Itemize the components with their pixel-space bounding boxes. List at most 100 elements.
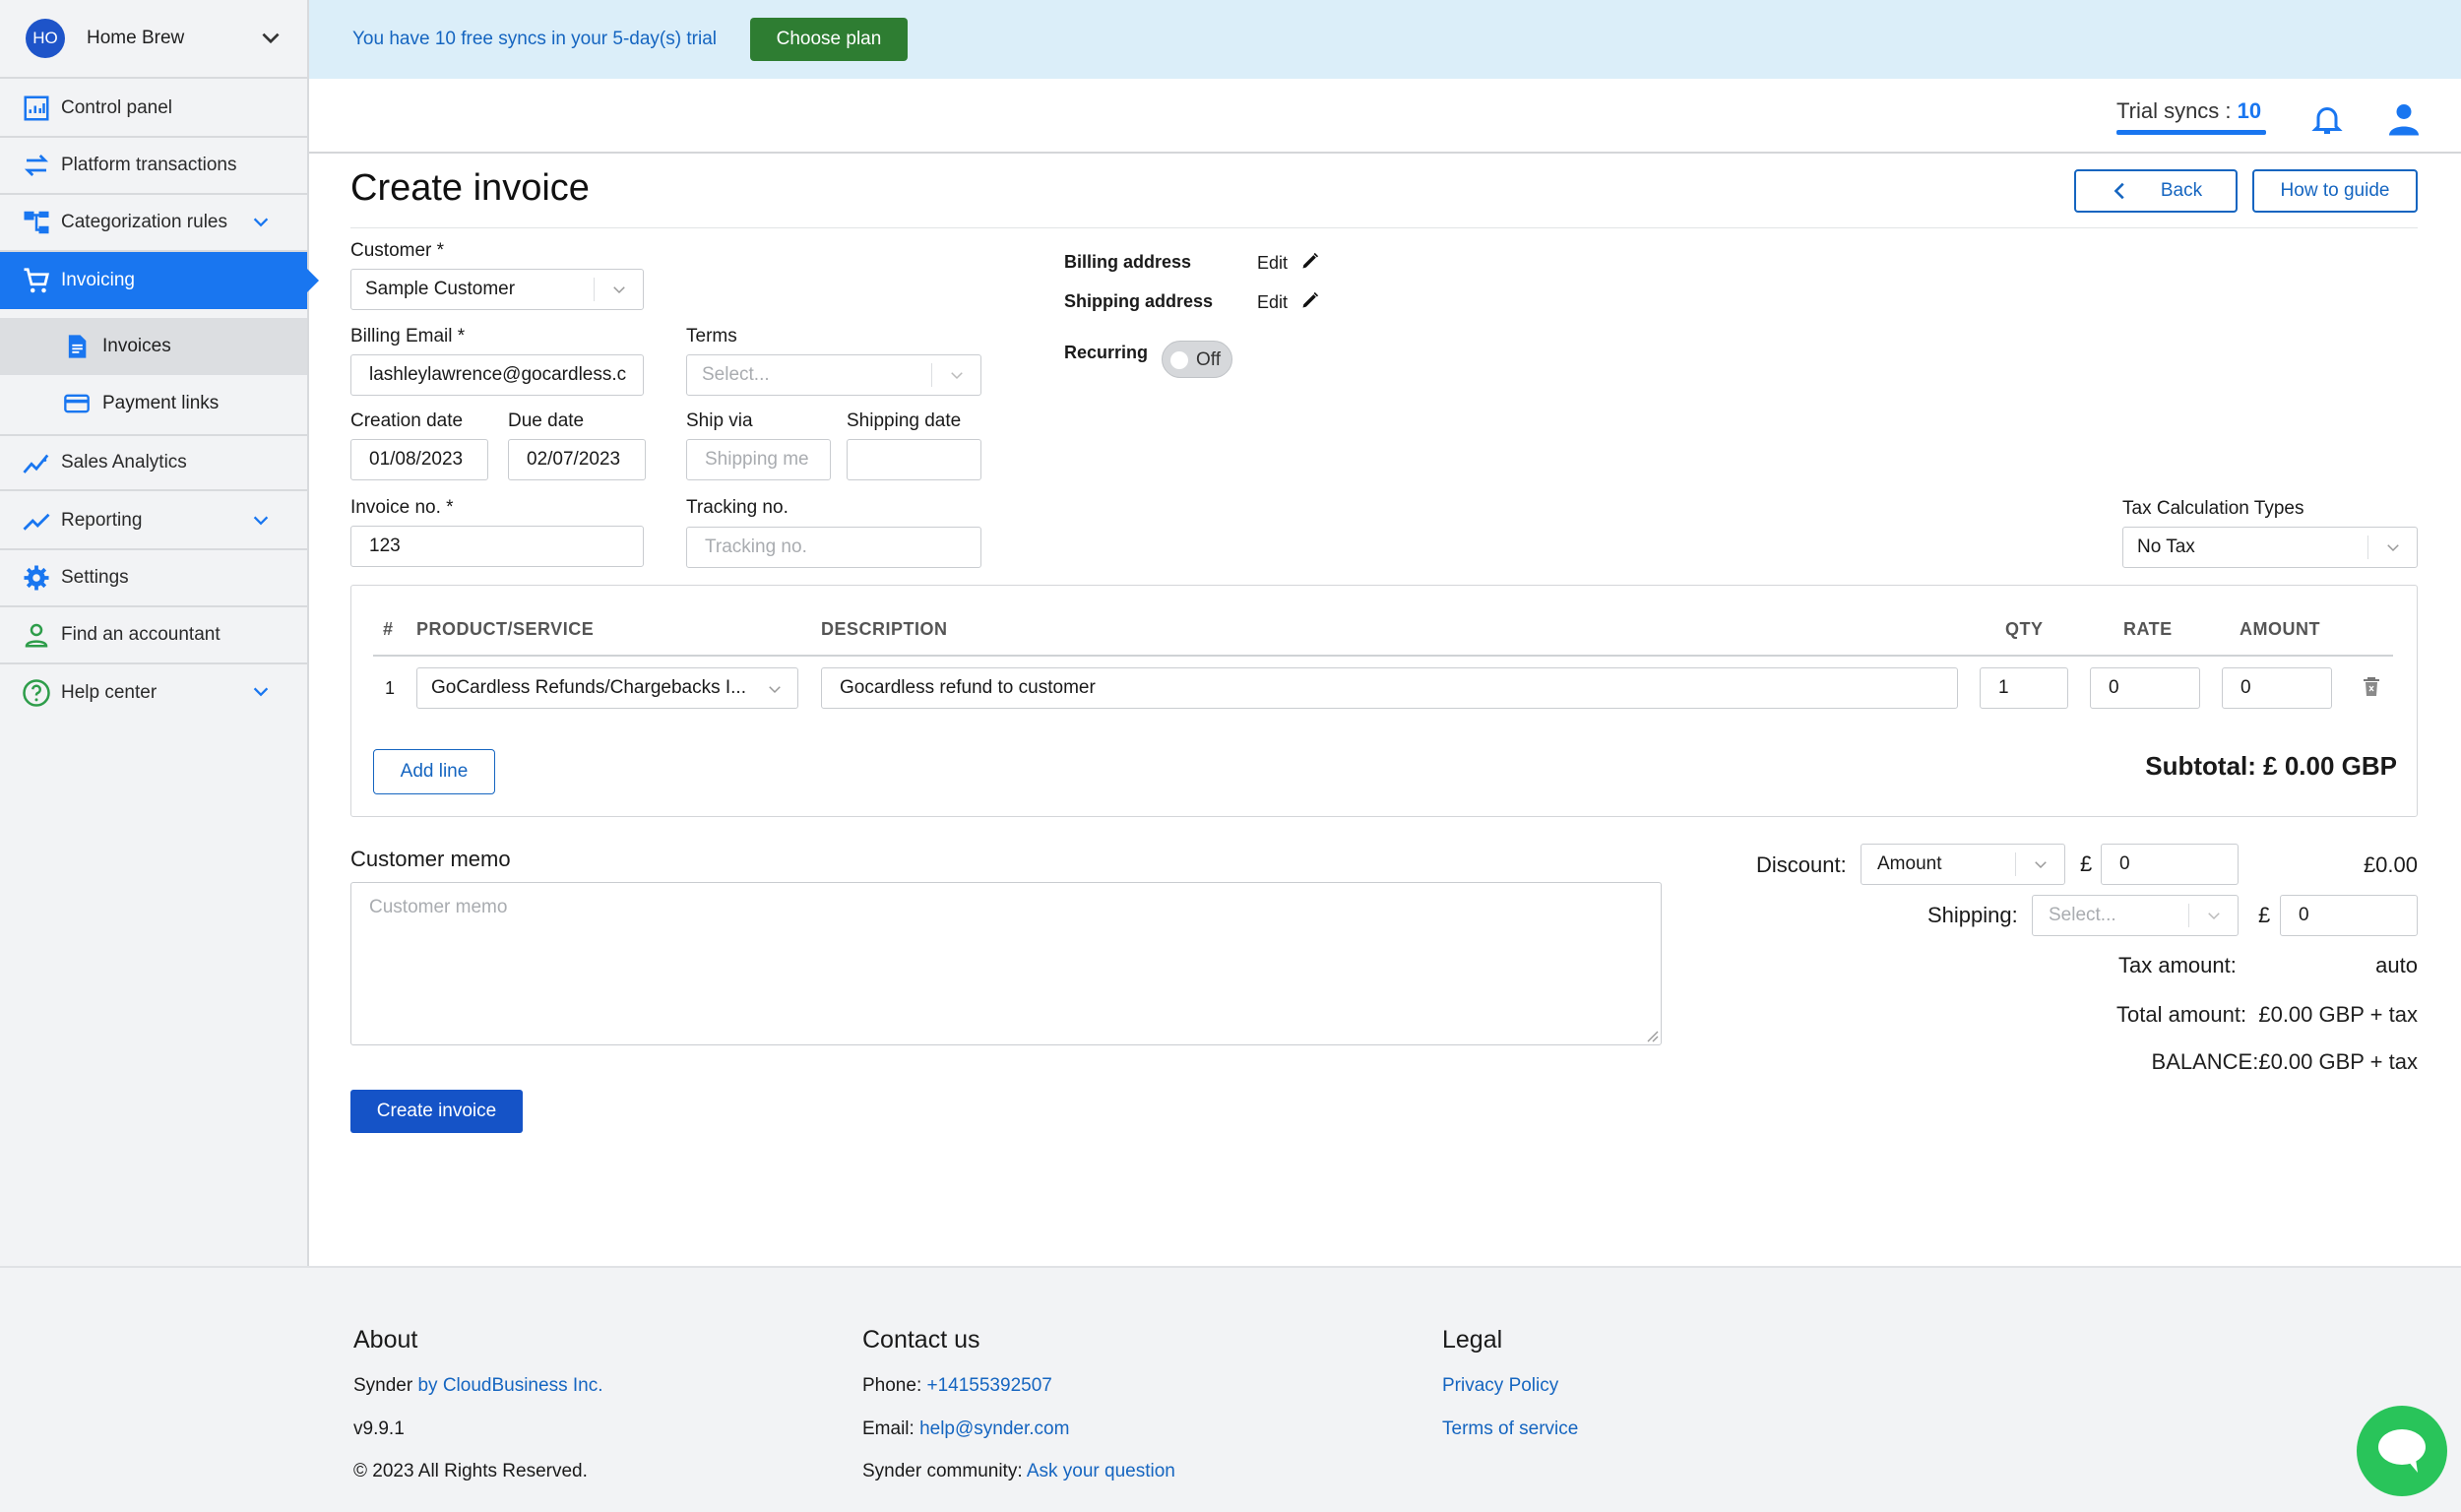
sidebar-item-label: Help center: [61, 682, 158, 703]
col-header-rate: RATE: [2123, 619, 2173, 639]
add-line-button[interactable]: Add line: [373, 749, 495, 794]
chevron-down-icon: [594, 278, 643, 301]
discount-currency: £: [2080, 851, 2093, 876]
line-items-panel: # PRODUCT/SERVICE DESCRIPTION QTY RATE A…: [350, 585, 2418, 817]
privacy-policy-link[interactable]: Privacy Policy: [1442, 1375, 1558, 1397]
sidebar-item-categorization-rules[interactable]: Categorization rules: [0, 195, 307, 252]
pencil-icon: [1302, 252, 1319, 269]
email-link[interactable]: help@synder.com: [919, 1418, 1069, 1439]
recurring-toggle[interactable]: Off: [1162, 341, 1232, 378]
cloudbusiness-link[interactable]: by CloudBusiness Inc.: [417, 1375, 602, 1396]
tax-calculation-select[interactable]: No Tax: [2122, 527, 2418, 568]
total-amount-label: Total amount:: [2116, 1002, 2247, 1027]
phone-link[interactable]: +14155392507: [927, 1375, 1052, 1396]
shipping-value-input[interactable]: 0: [2280, 895, 2418, 936]
terms-of-service-link[interactable]: Terms of service: [1442, 1418, 1578, 1440]
tax-amount-value: auto: [2375, 953, 2418, 977]
terms-select[interactable]: Select...: [686, 354, 981, 396]
discount-type-select[interactable]: Amount: [1861, 844, 2065, 885]
toggle-knob: [1170, 351, 1188, 369]
sidebar-subitem-label: Payment links: [102, 393, 220, 413]
chevron-left-icon: [2114, 182, 2124, 200]
balance: BALANCE:£0.00 GBP + tax: [2152, 1049, 2418, 1075]
create-invoice-button[interactable]: Create invoice: [350, 1090, 523, 1133]
ship-via-input[interactable]: Shipping me: [686, 439, 831, 480]
col-header-qty: QTY: [2005, 619, 2044, 639]
org-switcher[interactable]: HO Home Brew: [0, 0, 307, 79]
billing-email-input[interactable]: lashleylawrence@gocardless.c: [350, 354, 644, 396]
customer-memo-placeholder: Customer memo: [369, 897, 508, 917]
billing-address-edit-link[interactable]: Edit: [1257, 251, 1320, 274]
credit-card-icon: [64, 394, 90, 413]
sidebar-item-settings[interactable]: Settings: [0, 550, 307, 607]
due-date-input[interactable]: 02/07/2023: [508, 439, 646, 480]
discount-total: £0.00: [2363, 852, 2418, 877]
customer-memo-textarea[interactable]: Customer memo: [350, 882, 1662, 1045]
total-amount-value: £0.00 GBP + tax: [2258, 1002, 2418, 1027]
col-header-amount: AMOUNT: [2240, 619, 2320, 639]
description-input[interactable]: Gocardless refund to customer: [821, 667, 1958, 709]
divider: [350, 227, 2418, 228]
chevron-down-icon: [253, 516, 269, 526]
sidebar-item-reporting[interactable]: Reporting: [0, 493, 307, 550]
sidebar-item-label: Find an accountant: [61, 624, 221, 645]
how-to-guide-button[interactable]: How to guide: [2252, 169, 2418, 213]
sidebar-subitem-invoices[interactable]: Invoices: [0, 318, 307, 375]
chat-bubble-icon: [2378, 1429, 2426, 1473]
customer-select[interactable]: Sample Customer: [350, 269, 644, 310]
creation-date-label: Creation date: [350, 410, 464, 431]
tax-calculation-value: No Tax: [2137, 536, 2195, 557]
tracking-no-input[interactable]: Tracking no.: [686, 527, 981, 568]
user-icon: [25, 623, 48, 648]
sidebar-item-control-panel[interactable]: Control panel: [0, 81, 307, 138]
help-icon: [23, 679, 50, 707]
org-name: Home Brew: [87, 28, 185, 48]
total-amount: Total amount: £0.00 GBP + tax: [2116, 1002, 2418, 1028]
footer-company: Synder by CloudBusiness Inc.: [353, 1375, 602, 1397]
gear-icon: [24, 565, 49, 591]
shipping-date-input[interactable]: [847, 439, 981, 480]
phone-label: Phone:: [862, 1375, 927, 1396]
analytics-icon: [23, 454, 49, 473]
tax-amount-label: Tax amount:: [2118, 953, 2237, 977]
choose-plan-button[interactable]: Choose plan: [749, 18, 908, 61]
footer-legal-title: Legal: [1442, 1326, 1503, 1354]
sidebar-item-label: Reporting: [61, 510, 143, 531]
sidebar-item-platform-transactions[interactable]: Platform transactions: [0, 138, 307, 195]
customer-label: Customer *: [350, 240, 445, 261]
sidebar-item-sales-analytics[interactable]: Sales Analytics: [0, 434, 307, 491]
shipping-placeholder: Select...: [2049, 905, 2116, 925]
trash-icon[interactable]: [2360, 674, 2383, 700]
resize-handle-icon[interactable]: [1645, 1029, 1659, 1042]
amount-input[interactable]: 0: [2222, 667, 2332, 709]
shipping-label: Shipping:: [1927, 903, 2018, 927]
sidebar-item-invoicing[interactable]: Invoicing: [0, 252, 319, 309]
shipping-select[interactable]: Select...: [2032, 895, 2239, 936]
chevron-down-icon: [2015, 852, 2064, 876]
creation-date-input[interactable]: 01/08/2023: [350, 439, 488, 480]
discount-value-input[interactable]: 0: [2101, 844, 2239, 885]
product-select[interactable]: GoCardless Refunds/Chargebacks I...: [416, 667, 798, 709]
sidebar-item-label: Settings: [61, 567, 129, 588]
back-button[interactable]: Back: [2074, 169, 2238, 213]
sidebar-item-help-center[interactable]: Help center: [0, 664, 307, 722]
community-link[interactable]: Ask your question: [1027, 1461, 1175, 1481]
rate-input[interactable]: 0: [2090, 667, 2200, 709]
sidebar-item-find-accountant[interactable]: Find an accountant: [0, 607, 307, 664]
shipping-address-edit-link[interactable]: Edit: [1257, 290, 1320, 313]
qty-input[interactable]: 1: [1980, 667, 2068, 709]
recurring-label: Recurring: [1064, 343, 1149, 362]
trial-syncs-counter: Trial syncs : 10: [2116, 98, 2261, 124]
trial-syncs-label: Trial syncs :: [2116, 98, 2238, 123]
account-icon[interactable]: [2386, 100, 2422, 138]
chat-button[interactable]: [2357, 1406, 2447, 1496]
chevron-down-icon: [253, 218, 269, 227]
footer-community: Synder community: Ask your question: [862, 1461, 1175, 1482]
customer-value: Sample Customer: [365, 279, 516, 299]
invoice-no-input[interactable]: 123: [350, 526, 644, 567]
edit-label: Edit: [1257, 292, 1289, 312]
tax-calculation-label: Tax Calculation Types: [2122, 498, 2304, 519]
product-value: GoCardless Refunds/Chargebacks I...: [431, 677, 746, 698]
sidebar-subitem-payment-links[interactable]: Payment links: [0, 375, 307, 432]
bell-icon[interactable]: [2309, 100, 2345, 138]
